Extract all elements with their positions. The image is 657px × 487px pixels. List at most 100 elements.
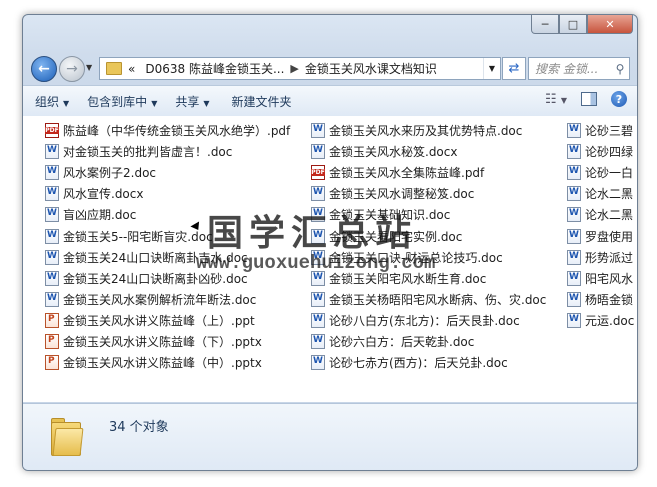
- file-item[interactable]: 金锁玉关风水讲义陈益峰（中）.pptx: [45, 352, 290, 373]
- file-item[interactable]: 金锁玉关看阳宅实例.doc: [311, 225, 546, 246]
- share-button[interactable]: 共享 ▼: [175, 93, 209, 110]
- back-button[interactable]: ←: [31, 56, 57, 82]
- organize-button[interactable]: 组织 ▼: [35, 93, 69, 110]
- details-pane: 34 个对象: [23, 403, 637, 470]
- file-item[interactable]: 杨晤金锁: [567, 289, 634, 310]
- refresh-icon: ⇄: [508, 61, 520, 76]
- file-name: 金锁玉关风水讲义陈益峰（上）.ppt: [63, 313, 255, 328]
- file-item[interactable]: 金锁玉关阳宅风水断生育.doc: [311, 268, 546, 289]
- file-item[interactable]: 金锁玉关基础知识.doc: [311, 204, 546, 225]
- help-icon[interactable]: ?: [611, 91, 627, 107]
- doc-file-icon: [45, 186, 59, 202]
- file-column-2: 金锁玉关风水来历及其优势特点.doc 金锁玉关风水秘笈.docx 金锁玉关风水全集陈…: [311, 120, 546, 373]
- file-item[interactable]: 盲凶应期.doc: [45, 204, 290, 225]
- file-item[interactable]: 论水二黑: [567, 183, 634, 204]
- doc-file-icon: [567, 312, 581, 328]
- file-name: 金锁玉关看阳宅实例.doc: [329, 229, 463, 244]
- breadcrumb-separator-icon[interactable]: ▶: [290, 62, 298, 75]
- file-name: 风水宣传.docx: [63, 187, 144, 202]
- file-name: 金锁玉关杨晤阳宅风水断病、伤、灾.doc: [329, 292, 547, 307]
- file-item[interactable]: 风水宣传.docx: [45, 183, 290, 204]
- file-item[interactable]: 形势派过: [567, 247, 634, 268]
- minimize-button[interactable]: ─: [531, 15, 559, 34]
- file-item[interactable]: 金锁玉关24山口诀断离卦凶砂.doc: [45, 268, 290, 289]
- share-label: 共享: [175, 94, 200, 109]
- file-item[interactable]: 对金锁玉关的批判皆虚言！.doc: [45, 141, 290, 162]
- close-button[interactable]: ✕: [587, 15, 633, 34]
- file-item[interactable]: 论砂四绿: [567, 141, 634, 162]
- pdf-file-icon: [45, 123, 59, 139]
- doc-file-icon: [45, 144, 59, 160]
- doc-file-icon: [311, 270, 325, 286]
- file-item[interactable]: 金锁玉关风水全集陈益峰.pdf: [311, 162, 546, 183]
- window-controls: ─ □ ✕: [531, 15, 633, 35]
- file-item[interactable]: 金锁玉关风水案例解析流年断法.doc: [45, 289, 290, 310]
- include-in-library-button[interactable]: 包含到库中 ▼: [87, 93, 157, 110]
- file-item[interactable]: 论砂一白: [567, 162, 634, 183]
- search-placeholder: 搜索 金锁...: [535, 62, 599, 76]
- file-list: 陈益峰（中华传统金锁玉关风水绝学）.pdf 对金锁玉关的批判皆虚言！.doc 风水案…: [23, 116, 637, 402]
- file-item[interactable]: 论水二黑: [567, 204, 634, 225]
- recent-pages-dropdown-icon[interactable]: ▼: [86, 63, 92, 72]
- file-column-1: 陈益峰（中华传统金锁玉关风水绝学）.pdf 对金锁玉关的批判皆虚言！.doc 风水案…: [45, 120, 290, 373]
- breadcrumb-current[interactable]: 金锁玉关风水课文档知识: [305, 60, 437, 77]
- doc-file-icon: [45, 270, 59, 286]
- doc-file-icon: [567, 228, 581, 244]
- breadcrumb-parent[interactable]: D0638 陈益峰金锁玉关...: [145, 60, 284, 77]
- view-controls: ☷ ▼ ?: [545, 91, 627, 107]
- address-overflow-chevron[interactable]: «: [128, 62, 135, 76]
- preview-pane-icon[interactable]: [581, 92, 597, 106]
- file-item[interactable]: 金锁玉关杨晤阳宅风水断病、伤、灾.doc: [311, 289, 546, 310]
- doc-file-icon: [567, 186, 581, 202]
- file-item[interactable]: 金锁玉关风水讲义陈益峰（下）.pptx: [45, 331, 290, 352]
- file-name: 论水二黑: [585, 208, 634, 223]
- forward-button[interactable]: →: [59, 56, 85, 82]
- command-bar: 组织 ▼ 包含到库中 ▼ 共享 ▼ 新建文件夹 ☷ ▼ ?: [23, 85, 637, 117]
- file-item[interactable]: 金锁玉关5--阳宅断盲灾.doc: [45, 225, 290, 246]
- file-item[interactable]: 论砂六白方：后天乾卦.doc: [311, 331, 546, 352]
- file-item[interactable]: 论砂七赤方(西方)：后天兑卦.doc: [311, 352, 546, 373]
- refresh-button[interactable]: ⇄: [502, 57, 526, 80]
- doc-file-icon: [45, 228, 59, 244]
- file-name: 论砂七赤方(西方)：后天兑卦.doc: [329, 356, 508, 371]
- search-input[interactable]: 搜索 金锁... ⚲: [528, 57, 630, 80]
- chevron-down-icon: ▼: [63, 98, 70, 108]
- file-item[interactable]: 金锁玉关风水调整秘笈.doc: [311, 183, 546, 204]
- search-icon[interactable]: ⚲: [611, 62, 629, 76]
- file-item[interactable]: 金锁玉关风水讲义陈益峰（上）.ppt: [45, 310, 290, 331]
- file-item[interactable]: 阳宅风水: [567, 268, 634, 289]
- file-item[interactable]: 金锁玉关风水秘笈.docx: [311, 141, 546, 162]
- doc-file-icon: [567, 165, 581, 181]
- file-name: 金锁玉关风水全集陈益峰.pdf: [329, 166, 485, 181]
- file-item[interactable]: 风水案例子2.doc: [45, 162, 290, 183]
- address-dropdown-icon[interactable]: ▼: [483, 58, 500, 79]
- doc-file-icon: [311, 355, 325, 371]
- file-item[interactable]: 元运.doc: [567, 310, 634, 331]
- file-name: 金锁玉关风水调整秘笈.doc: [329, 187, 475, 202]
- file-item[interactable]: 金锁玉关24山口诀断离卦吉水.doc: [45, 247, 290, 268]
- maximize-button[interactable]: □: [559, 15, 587, 34]
- file-name: 杨晤金锁: [585, 292, 634, 307]
- file-name: 金锁玉关5--阳宅断盲灾.doc: [63, 229, 213, 244]
- include-in-library-label: 包含到库中: [87, 94, 148, 109]
- change-view-icon[interactable]: ☷ ▼: [545, 92, 567, 107]
- file-item[interactable]: 陈益峰（中华传统金锁玉关风水绝学）.pdf: [45, 120, 290, 141]
- file-item[interactable]: 论砂八白方(东北方)：后天艮卦.doc: [311, 310, 546, 331]
- file-name: 罗盘使用: [585, 229, 634, 244]
- file-item[interactable]: 罗盘使用: [567, 225, 634, 246]
- doc-file-icon: [311, 249, 325, 265]
- file-name: 金锁玉关阳宅风水断生育.doc: [329, 271, 487, 286]
- file-item[interactable]: 金锁玉关风水来历及其优势特点.doc: [311, 120, 546, 141]
- file-item[interactable]: 金锁玉关口诀-财运总论技巧.doc: [311, 247, 546, 268]
- file-name: 盲凶应期.doc: [63, 208, 137, 223]
- doc-file-icon: [567, 291, 581, 307]
- file-name: 陈益峰（中华传统金锁玉关风水绝学）.pdf: [63, 124, 291, 139]
- file-item[interactable]: 论砂三碧: [567, 120, 634, 141]
- ppt-file-icon: [45, 333, 59, 349]
- file-name: 论砂六白方：后天乾卦.doc: [329, 334, 475, 349]
- file-name: 论砂一白: [585, 166, 634, 181]
- chevron-down-icon: ▼: [203, 98, 210, 108]
- doc-file-icon: [311, 312, 325, 328]
- new-folder-button[interactable]: 新建文件夹: [232, 93, 292, 110]
- address-bar[interactable]: « D0638 陈益峰金锁玉关... ▶ 金锁玉关风水课文档知识 ▼: [99, 57, 501, 80]
